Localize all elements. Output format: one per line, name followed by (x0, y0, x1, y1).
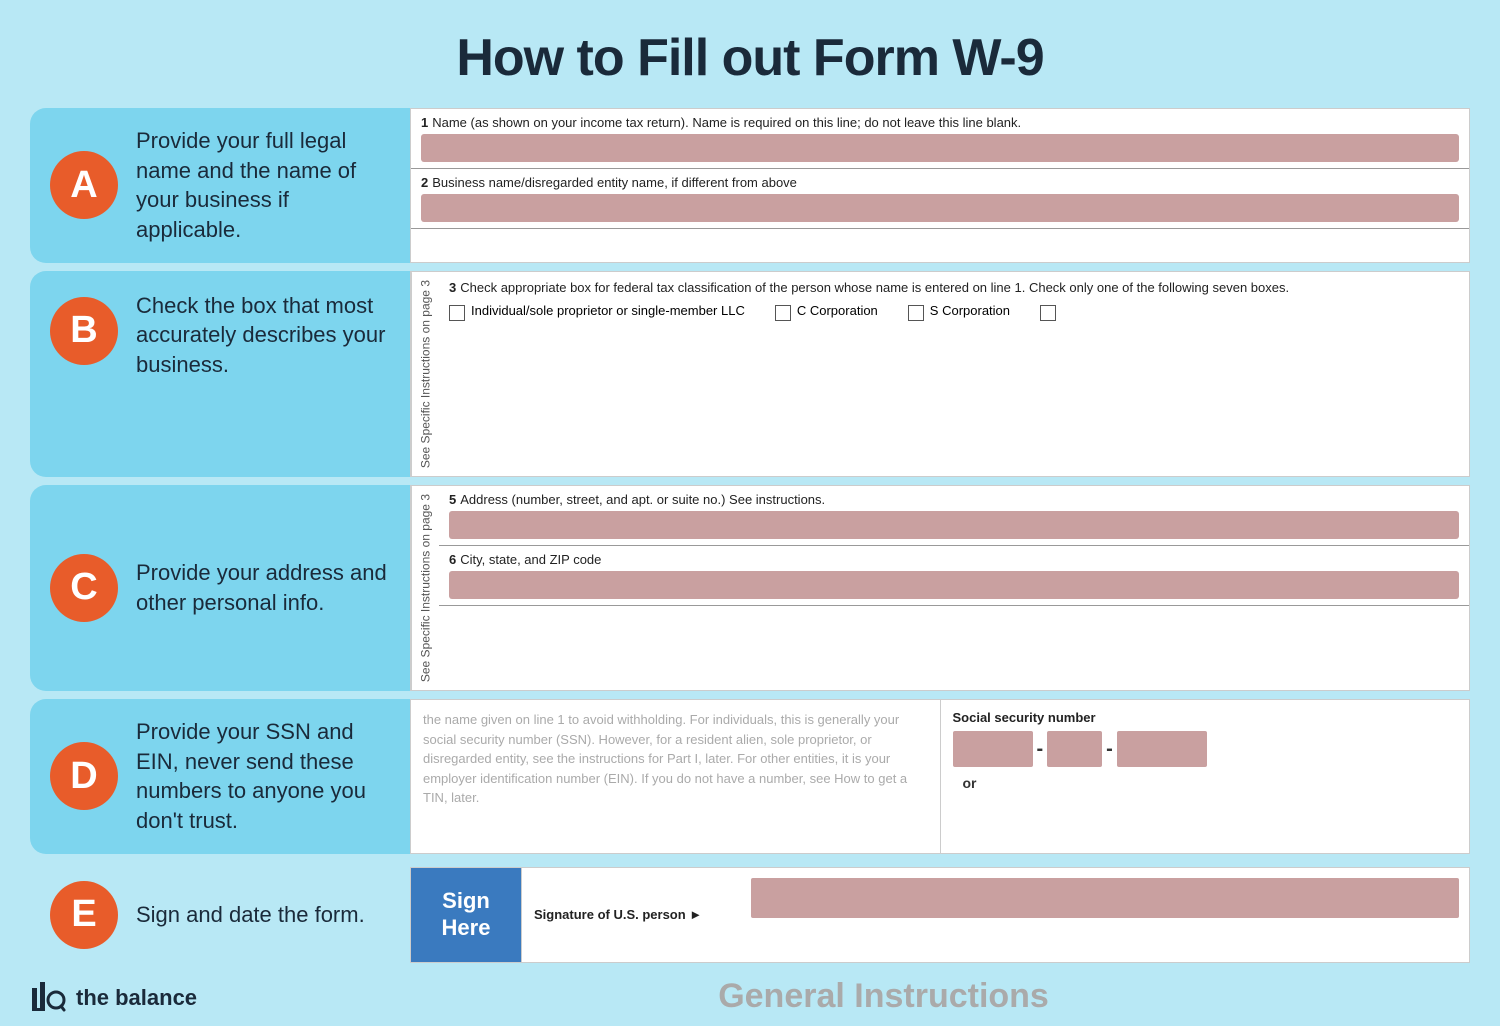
section-c-row: C Provide your address and other persona… (30, 485, 1470, 691)
checkbox-individual-label: Individual/sole proprietor or single-mem… (471, 303, 745, 318)
badge-d: D (50, 742, 118, 810)
ssn-segment-1[interactable] (953, 731, 1033, 767)
field-6-label: 6City, state, and ZIP code (449, 552, 1459, 567)
field-6-row: 6City, state, and ZIP code (439, 546, 1469, 606)
main-container: A Provide your full legal name and the n… (0, 108, 1500, 862)
ssn-segment-2[interactable] (1047, 731, 1102, 767)
section-d-form: the name given on line 1 to avoid withho… (410, 699, 1470, 854)
section-a-description: Provide your full legal name and the nam… (136, 126, 390, 245)
section-e-description: Sign and date the form. (136, 900, 365, 930)
brand-name: the balance (76, 985, 197, 1011)
field-1-num: 1 (421, 115, 428, 130)
bottom-row: the balance General Instructions (0, 963, 1500, 1026)
section-e-row: E Sign and date the form. SignHere Signa… (0, 867, 1500, 963)
ssn-dash-2: - (1106, 738, 1113, 761)
section-b-description: Check the box that most accurately descr… (136, 291, 390, 380)
field-1-input[interactable] (421, 134, 1459, 162)
section-e-left: E Sign and date the form. (30, 867, 410, 963)
checkbox-s-corp-box[interactable] (908, 305, 924, 321)
checkbox-partnership-box[interactable] (1040, 305, 1056, 321)
checkbox-partnership[interactable] (1040, 303, 1056, 321)
general-instructions: General Instructions (197, 977, 1470, 1016)
ssn-label: Social security number (953, 710, 1458, 725)
section-a-form: 1Name (as shown on your income tax retur… (410, 108, 1470, 263)
field-2-input[interactable] (421, 194, 1459, 222)
ssn-box-area: Social security number - - or (941, 700, 1470, 853)
field-5-row: 5Address (number, street, and apt. or su… (439, 486, 1469, 546)
field-5-num: 5 (449, 492, 456, 507)
section-a-row: A Provide your full legal name and the n… (30, 108, 1470, 263)
ssn-fields: - - (953, 731, 1458, 767)
section-e-form: SignHere Signature of U.S. person ► (410, 867, 1470, 963)
field-5-label: 5Address (number, street, and apt. or su… (449, 492, 1459, 507)
section-b-label: B Check the box that most accurately des… (30, 271, 410, 477)
checkboxes-row: Individual/sole proprietor or single-mem… (449, 303, 1459, 321)
field-2-label: 2Business name/disregarded entity name, … (421, 175, 1459, 190)
sign-here-box[interactable]: SignHere (411, 868, 521, 962)
section-a-label: A Provide your full legal name and the n… (30, 108, 410, 263)
checkbox-c-corp-label: C Corporation (797, 303, 878, 318)
section-b-row: B Check the box that most accurately des… (30, 271, 1470, 477)
checkbox-individual[interactable]: Individual/sole proprietor or single-mem… (449, 303, 745, 321)
checkbox-s-corp-label: S Corporation (930, 303, 1010, 318)
page-title: How to Fill out Form W-9 (0, 0, 1500, 108)
ssn-dash-1: - (1037, 738, 1044, 761)
section-b-content: 3Check appropriate box for federal tax c… (439, 272, 1469, 476)
badge-b: B (50, 297, 118, 365)
section-c-form: See Specific Instructions on page 3 5Add… (410, 485, 1470, 691)
checkbox-s-corp[interactable]: S Corporation (908, 303, 1010, 321)
checkbox-c-corp[interactable]: C Corporation (775, 303, 878, 321)
ssn-segment-3[interactable] (1117, 731, 1207, 767)
vertical-text-c: See Specific Instructions on page 3 (411, 486, 439, 690)
section-c-label: C Provide your address and other persona… (30, 485, 410, 691)
section-b-form: See Specific Instructions on page 3 3Che… (410, 271, 1470, 477)
ssn-or: or (953, 775, 1458, 791)
field-5-input[interactable] (449, 511, 1459, 539)
badge-e: E (50, 881, 118, 949)
field-3-num: 3 (449, 280, 456, 295)
section-d-label: D Provide your SSN and EIN, never send t… (30, 699, 410, 854)
ssn-placeholder-text: the name given on line 1 to avoid withho… (411, 700, 941, 853)
field-2-num: 2 (421, 175, 428, 190)
badge-a: A (50, 151, 118, 219)
badge-c: C (50, 554, 118, 622)
field-6-input[interactable] (449, 571, 1459, 599)
brand-logo: the balance (30, 980, 197, 1016)
signature-input[interactable] (751, 878, 1459, 918)
vertical-text-b: See Specific Instructions on page 3 (411, 272, 439, 476)
section-d-description: Provide your SSN and EIN, never send the… (136, 717, 390, 836)
checkbox-c-corp-box[interactable] (775, 305, 791, 321)
field-6-num: 6 (449, 552, 456, 567)
signature-label: Signature of U.S. person ► (521, 868, 741, 962)
field-2-row: 2Business name/disregarded entity name, … (411, 169, 1469, 229)
field-3-label: 3Check appropriate box for federal tax c… (449, 280, 1459, 295)
checkbox-individual-box[interactable] (449, 305, 465, 321)
brand-icon (30, 980, 66, 1016)
field-1-label: 1Name (as shown on your income tax retur… (421, 115, 1459, 130)
section-d-row: D Provide your SSN and EIN, never send t… (30, 699, 1470, 854)
section-c-description: Provide your address and other personal … (136, 558, 390, 617)
field-1-row: 1Name (as shown on your income tax retur… (411, 109, 1469, 169)
